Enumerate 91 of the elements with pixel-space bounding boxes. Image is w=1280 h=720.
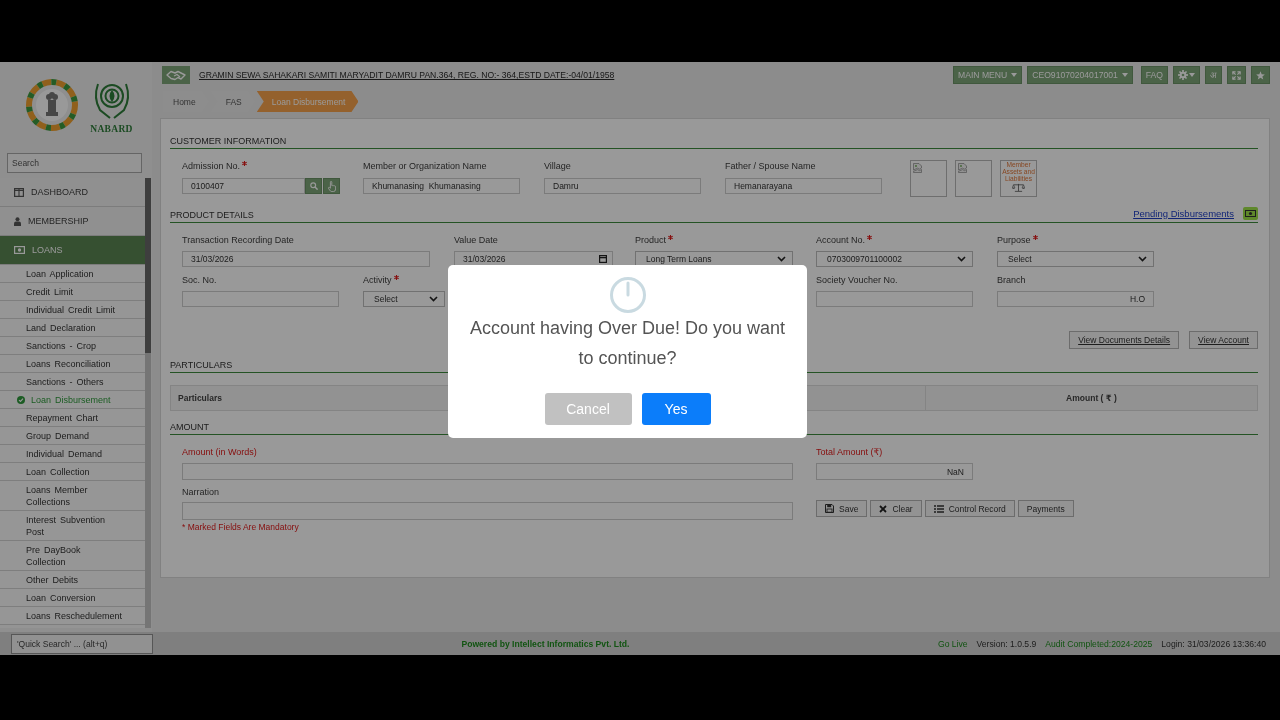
link-icon [162,66,190,84]
calendar-icon [599,255,607,263]
input-field[interactable]: Khumanasing Khumanasing [363,178,520,194]
status-text: Go Live [937,637,968,650]
alert-icon [609,277,646,313]
confirm-button[interactable]: Yes [641,393,711,425]
hand-icon [327,180,336,192]
column-header: Particulars [178,392,222,404]
menu-item[interactable]: LOANS [0,236,145,265]
input-field[interactable]: NaN [816,463,973,480]
action-button[interactable]: Control Record [924,500,1015,517]
chevron-down-icon [1138,256,1147,262]
list-icon [933,504,944,513]
input-field[interactable] [182,291,339,307]
section-title: AMOUNT [170,421,209,433]
link-button[interactable]: View Documents Details [1069,331,1180,349]
input-field[interactable] [182,502,793,520]
input-field[interactable] [816,291,973,307]
dialog-message: Account having Over Due! Do you want to continue? [468,317,787,370]
field-label: Admission No. [182,160,241,172]
pointer-button[interactable] [323,178,340,194]
dropdown-field[interactable]: Select [363,291,445,307]
scrollbar-thumb[interactable] [145,178,151,353]
caret-icon [1189,73,1195,77]
action-button[interactable]: Clear [870,500,922,517]
gear-icon [1178,70,1188,80]
title-link[interactable]: GRAMIN SEWA SAHAKARI SAMITI MARYADIT DAMRU PAN.364, REG. NO:- 364,ESTD DATE:-04/01/1958 [199,69,615,81]
input-field[interactable]: H.O [997,291,1154,307]
banknote-icon [14,246,25,254]
field-label: Activity [363,274,392,286]
field-label: Village [544,160,571,172]
dropdown-field[interactable]: 0703009701100002 [816,251,973,267]
check-circle-icon [17,396,25,404]
x-icon [879,504,888,513]
action-button[interactable]: Payments [1017,500,1074,517]
dropdown-field[interactable]: Select [997,251,1154,267]
money-icon [1243,207,1258,220]
section-title: PARTICULARS [170,359,233,371]
field-label: Society Voucher No. [816,274,898,286]
chevron-down-icon [957,256,966,262]
input-field[interactable]: Hemanarayana [725,178,882,194]
section-title: PRODUCT DETAILS [170,209,254,221]
menu-item[interactable]: MEMBERSHIP [0,207,145,236]
search-icon [309,182,318,190]
expand-icon [1232,70,1241,80]
field-label: Soc. No. [182,274,217,286]
field-label: Account No. [816,234,866,246]
field-label: Narration [182,486,219,498]
status-text: Audit Completed:2024-2025 [1045,637,1153,650]
section-title: CUSTOMER INFORMATION [170,135,287,147]
action-button[interactable]: Save [816,500,868,517]
field-label: Amount (in Words) [182,446,257,458]
chevron-down-icon [777,256,786,262]
menu-item[interactable]: DASHBOARD [0,178,145,207]
favorite-button[interactable] [1251,66,1270,84]
link-button[interactable]: View Account [1189,331,1258,349]
balance-scale-icon [1012,183,1025,193]
field-label: Total Amount (₹) [816,446,883,458]
broken-image-icon [958,163,967,173]
search-button[interactable] [305,178,322,194]
field-label: Purpose [997,234,1031,246]
field-label: Transaction Recording Date [182,234,294,246]
broken-image-icon [913,163,922,173]
field-label: Product [635,234,667,246]
quick-search-field[interactable]: 'Quick Search' ... (alt+q) [11,633,153,654]
pending-link[interactable]: Pending Disbursements [1133,207,1234,220]
powered-by-text: Powered by Intellect Informatics Pvt. Ltd. [460,637,631,650]
input-field[interactable] [182,463,793,480]
fullscreen-button[interactable] [1227,66,1246,84]
logo-text: NABARD [90,124,133,134]
field-label: Branch [997,274,1026,286]
columns-icon [14,187,24,197]
mandatory-note: * Marked Fields Are Mandatory [181,521,300,533]
field-label: Father / Spouse Name [725,160,816,172]
info-text: Login: 31/03/2026 13:36:40 [1161,637,1266,650]
star-icon [1256,70,1265,80]
field-label: Member or Organization Name [363,160,487,172]
settings-button[interactable] [1173,66,1200,84]
chevron-down-icon [429,296,438,302]
column-header: Amount ( ₹ ) [1066,392,1117,404]
input-field[interactable]: Damru [544,178,701,194]
save-icon [825,504,834,513]
input-field[interactable]: 31/03/2026 [182,251,430,267]
scrollbar[interactable] [145,178,151,628]
search-field[interactable]: Search [7,153,142,173]
field-label: Value Date [454,234,498,246]
user-icon [14,216,21,226]
info-text: Version: 1.0.5.9 [976,637,1037,650]
input-field[interactable]: 0100407 [182,178,305,194]
caret-icon [1011,73,1018,77]
caret-icon [1121,73,1128,77]
